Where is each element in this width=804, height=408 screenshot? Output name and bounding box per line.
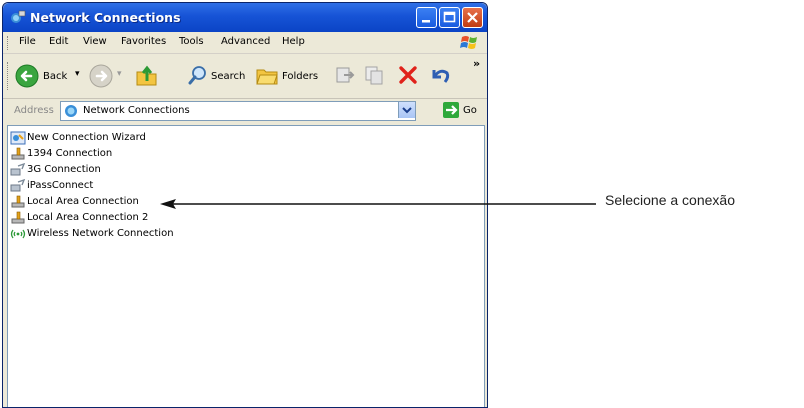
menu-view[interactable]: View [83,36,107,47]
back-dropdown-chevron-icon[interactable]: ▾ [75,69,80,79]
list-item-label: iPassConnect [27,180,94,191]
network-connections-icon [65,105,77,117]
wireless-icon [10,229,26,239]
toolbar-overflow-chevron-icon[interactable]: » [473,57,480,70]
search-icon[interactable] [187,64,209,86]
address-dropdown-button[interactable] [398,102,415,118]
move-to-icon[interactable] [334,64,356,86]
list-item-ipassconnect[interactable]: iPassConnect [10,178,310,194]
copy-to-icon[interactable] [364,64,386,86]
forward-arrow-icon[interactable] [89,64,113,88]
standard-toolbar: Back ▾ ▾ Search Folders » [3,54,487,99]
delete-icon[interactable] [398,65,418,85]
windows-logo-icon [460,36,477,49]
title-bar[interactable]: Network Connections [3,3,487,32]
list-item-label: Wireless Network Connection [27,228,174,239]
search-button-label[interactable]: Search [211,71,245,82]
annotation-caption: Selecione a conexão [605,192,735,208]
list-item-1394-connection[interactable]: 1394 Connection [10,146,310,162]
menu-advanced[interactable]: Advanced [221,36,270,47]
address-bar: Address Network Connections Go [3,99,487,123]
minimize-icon [422,20,430,23]
maximize-icon [443,11,456,23]
close-button[interactable] [462,7,483,28]
dialup-connection-icon [10,179,26,192]
list-item-label: Local Area Connection [27,196,139,207]
menu-bar: File Edit View Favorites Tools Advanced … [3,33,487,54]
up-folder-icon[interactable] [134,63,160,89]
go-button[interactable] [443,102,459,118]
menu-favorites[interactable]: Favorites [121,36,166,47]
menubar-grip[interactable] [7,36,10,50]
address-value: Network Connections [83,105,190,116]
chevron-down-icon [402,107,412,114]
forward-dropdown-chevron-icon[interactable]: ▾ [117,69,122,79]
folders-icon[interactable] [255,64,279,86]
menu-tools[interactable]: Tools [179,36,204,47]
network-connections-icon [11,10,26,23]
go-arrow-icon [446,105,458,115]
back-arrow-icon[interactable] [15,64,39,88]
address-label: Address [14,105,54,116]
list-item-3g-connection[interactable]: 3G Connection [10,162,310,178]
list-item-label: Local Area Connection 2 [27,212,149,223]
list-item-label: New Connection Wizard [27,132,146,143]
menu-help[interactable]: Help [282,36,305,47]
wizard-icon [10,131,26,145]
connections-list-pane[interactable]: New Connection Wizard 1394 Connection 3G… [7,125,485,407]
list-item-label: 1394 Connection [27,148,113,159]
dialup-connection-icon [10,163,26,176]
undo-icon[interactable] [429,64,451,86]
go-button-label[interactable]: Go [463,105,477,116]
maximize-button[interactable] [439,7,460,28]
list-item-new-connection-wizard[interactable]: New Connection Wizard [10,130,310,146]
network-connection-icon [11,147,25,160]
window-title: Network Connections [30,10,181,25]
menu-file[interactable]: File [19,36,36,47]
annotation-arrow-icon [160,199,596,209]
address-input[interactable]: Network Connections [60,101,416,121]
list-item-local-area-connection-2[interactable]: Local Area Connection 2 [10,210,310,226]
list-item-wireless-network-connection[interactable]: Wireless Network Connection [10,226,310,242]
network-connection-icon [11,211,25,224]
network-connection-icon [11,195,25,208]
menu-edit[interactable]: Edit [49,36,68,47]
minimize-button[interactable] [416,7,437,28]
list-item-label: 3G Connection [27,164,101,175]
back-button-label[interactable]: Back [43,71,67,82]
folders-button-label[interactable]: Folders [282,71,318,82]
toolbar-grip[interactable] [7,62,10,90]
close-icon [467,12,478,23]
